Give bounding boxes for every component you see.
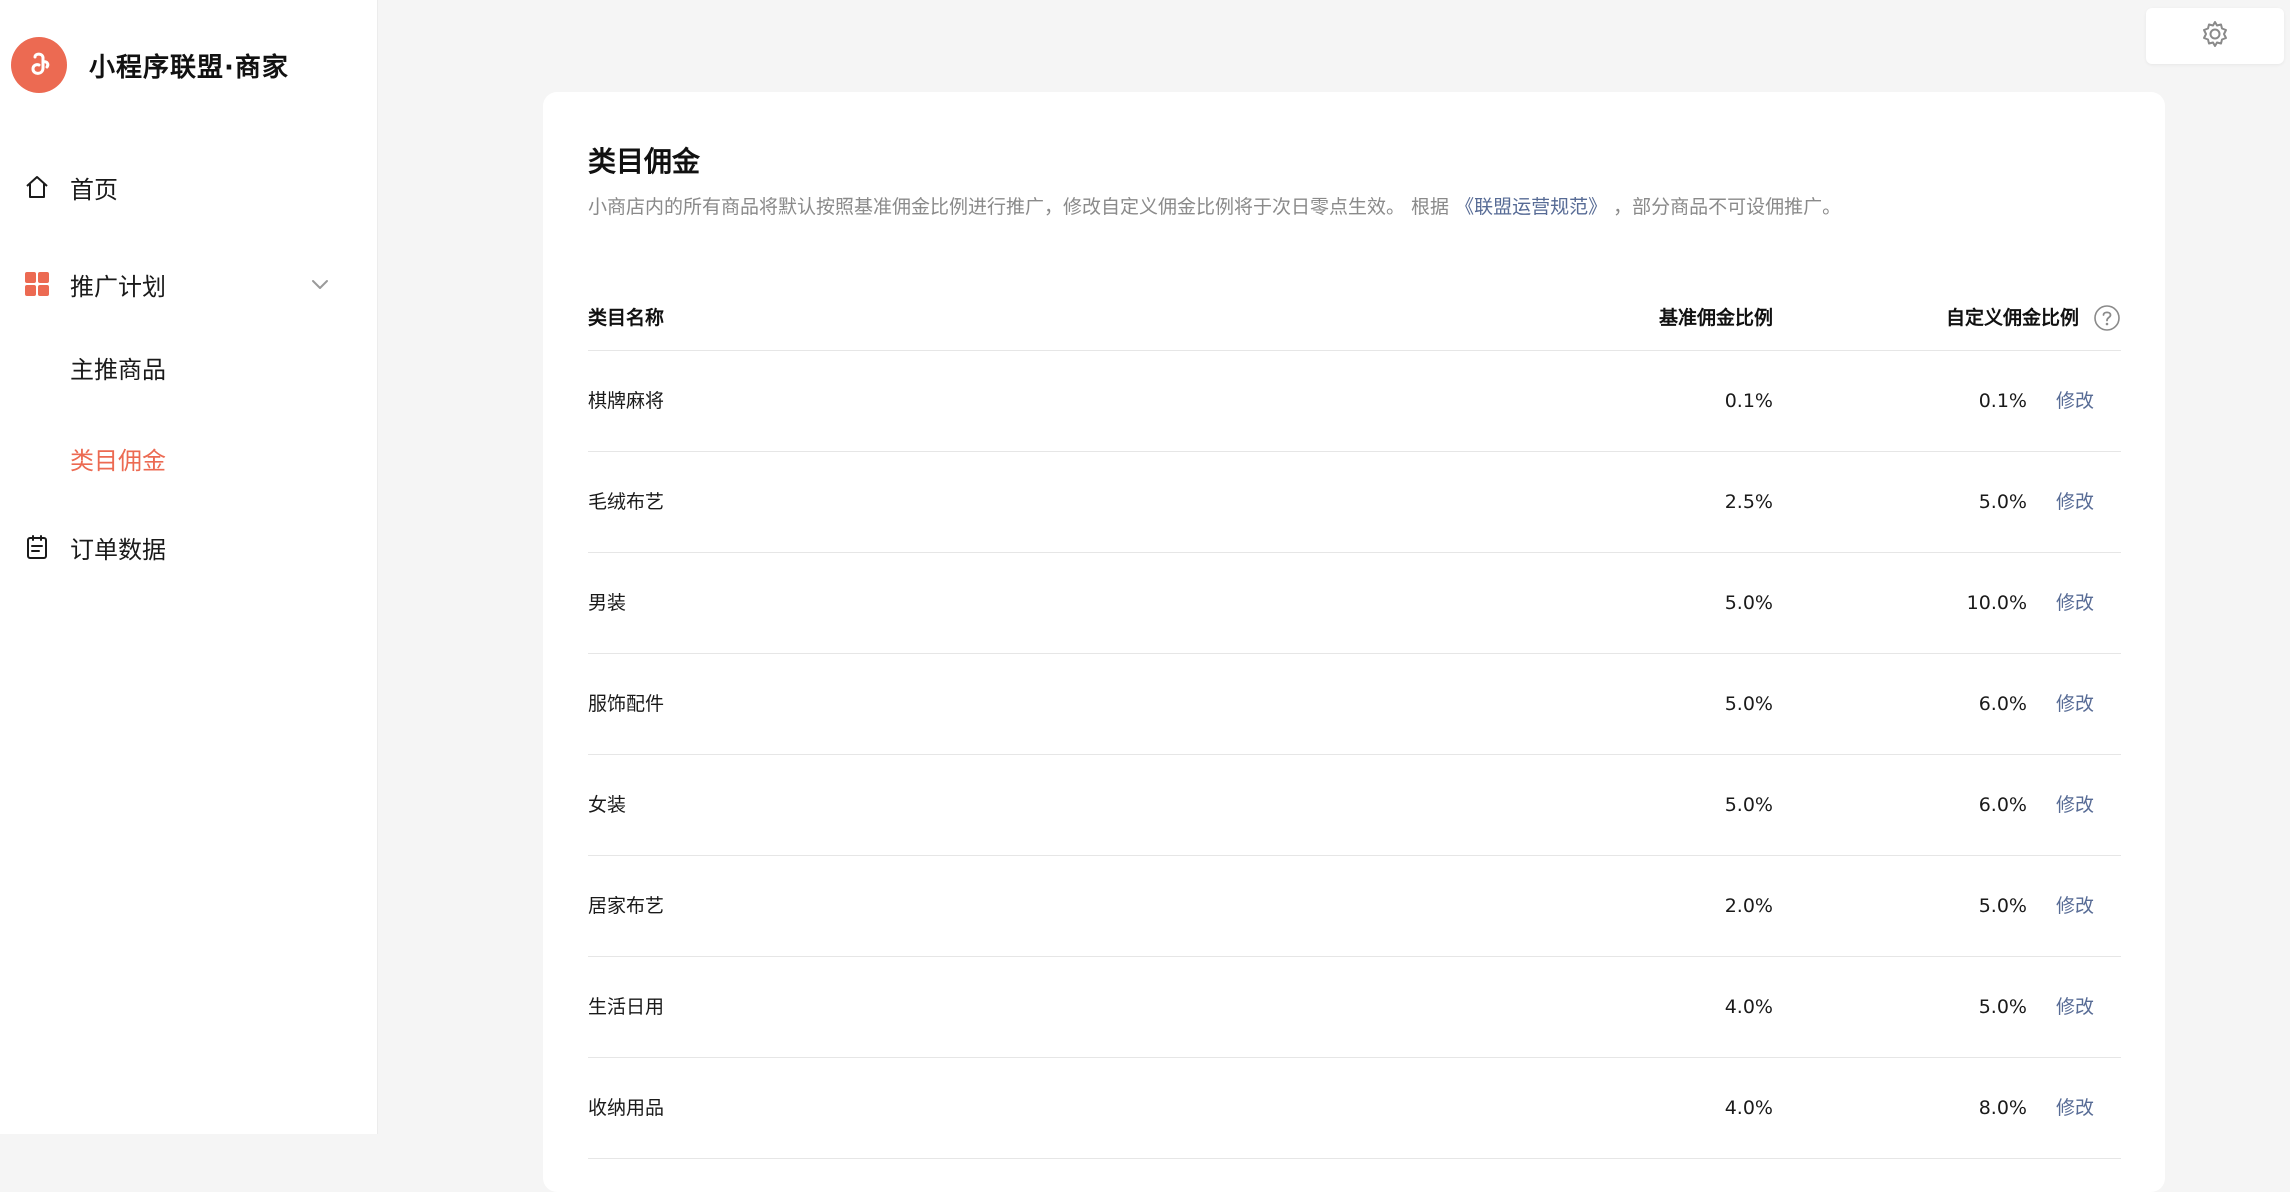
sidebar: 小程序联盟·商家 首页 推广计划 主推商品 类目佣金 订单数据 [0,0,378,1134]
sidebar-item-promotion-plan[interactable]: 推广计划 [0,254,378,314]
description-text-suffix: ，部分商品不可设佣推广。 [1613,196,1842,218]
page-title: 类目佣金 [588,145,701,178]
sidebar-item-label: 推广计划 [70,272,166,301]
column-header-base: 基准佣金比例 [1658,307,1773,329]
category-name: 收纳用品 [588,1097,665,1119]
custom-rate: 5.0% [1978,996,2027,1018]
edit-button[interactable]: 修改 [2056,452,2094,552]
table-row: 收纳用品 4.0% 8.0% 修改 [588,1058,2121,1159]
description-text: 小商店内的所有商品将默认按照基准佣金比例进行推广，修改自定义佣金比例将于次日零点… [588,196,1450,218]
sidebar-item-label: 首页 [70,175,118,204]
sidebar-item-order-data[interactable]: 订单数据 [0,517,378,577]
commission-table: 类目名称 基准佣金比例 自定义佣金比例 棋牌麻将 0.1% 0.1% 修改 毛绒… [588,298,2121,1159]
base-rate: 2.0% [1724,895,1773,917]
edit-button[interactable]: 修改 [2056,351,2094,451]
table-row: 女装 5.0% 6.0% 修改 [588,755,2121,856]
base-rate: 5.0% [1724,592,1773,614]
brand-name: 小程序联盟·商家 [89,52,289,83]
custom-rate: 8.0% [1978,1097,2027,1119]
category-name: 生活日用 [588,996,665,1018]
column-header-name: 类目名称 [588,307,665,329]
home-icon [23,173,51,201]
sidebar-item-featured-products[interactable]: 主推商品 [0,337,378,397]
edit-button[interactable]: 修改 [2056,553,2094,653]
grid-icon [23,270,51,298]
table-row: 毛绒布艺 2.5% 5.0% 修改 [588,452,2121,553]
table-row: 居家布艺 2.0% 5.0% 修改 [588,856,2121,957]
base-rate: 2.5% [1724,491,1773,513]
main-card: 类目佣金 小商店内的所有商品将默认按照基准佣金比例进行推广，修改自定义佣金比例将… [543,92,2165,1192]
operation-rules-link[interactable]: 《联盟运营规范》 [1455,196,1607,218]
sidebar-item-category-commission[interactable]: 类目佣金 [0,428,378,488]
category-name: 居家布艺 [588,895,665,917]
base-rate: 4.0% [1724,996,1773,1018]
question-circle-icon[interactable] [2093,304,2121,332]
chevron-down-icon[interactable] [308,272,332,296]
sidebar-item-label: 类目佣金 [70,446,166,475]
edit-button[interactable]: 修改 [2056,856,2094,956]
custom-rate: 6.0% [1978,794,2027,816]
sidebar-item-home[interactable]: 首页 [0,157,378,217]
category-name: 女装 [588,794,627,816]
column-header-custom: 自定义佣金比例 [1945,307,2079,329]
table-row: 男装 5.0% 10.0% 修改 [588,553,2121,654]
table-row: 服饰配件 5.0% 6.0% 修改 [588,654,2121,755]
base-rate: 4.0% [1724,1097,1773,1119]
custom-rate: 6.0% [1978,693,2027,715]
base-rate: 5.0% [1724,693,1773,715]
brand[interactable]: 小程序联盟·商家 [11,37,289,93]
clipboard-icon [23,533,51,561]
custom-rate: 5.0% [1978,895,2027,917]
edit-button[interactable]: 修改 [2056,755,2094,855]
edit-button[interactable]: 修改 [2056,1058,2094,1158]
table-header: 类目名称 基准佣金比例 自定义佣金比例 [588,298,2121,351]
custom-rate: 5.0% [1978,491,2027,513]
settings-button[interactable] [2146,8,2284,64]
table-row: 棋牌麻将 0.1% 0.1% 修改 [588,351,2121,452]
page-description: 小商店内的所有商品将默认按照基准佣金比例进行推广，修改自定义佣金比例将于次日零点… [588,192,1841,219]
edit-button[interactable]: 修改 [2056,654,2094,754]
category-name: 毛绒布艺 [588,491,665,513]
category-name: 服饰配件 [588,693,665,715]
mini-program-logo-icon [11,37,67,93]
category-name: 棋牌麻将 [588,390,665,412]
category-name: 男装 [588,592,627,614]
gear-icon [2200,19,2230,53]
edit-button[interactable]: 修改 [2056,957,2094,1057]
sidebar-item-label: 主推商品 [70,355,166,384]
base-rate: 5.0% [1724,794,1773,816]
custom-rate: 10.0% [1966,592,2027,614]
base-rate: 0.1% [1724,390,1773,412]
custom-rate: 0.1% [1978,390,2027,412]
table-row: 生活日用 4.0% 5.0% 修改 [588,957,2121,1058]
sidebar-item-label: 订单数据 [70,535,166,564]
